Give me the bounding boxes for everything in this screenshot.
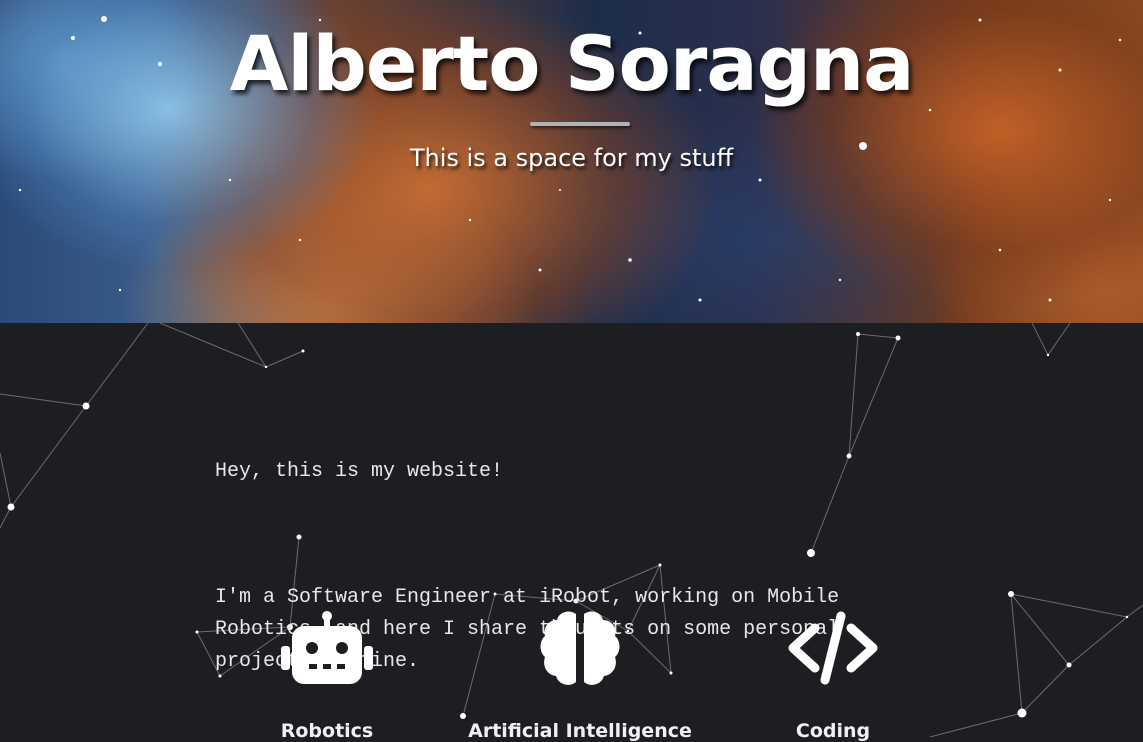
hero-banner: Alberto Soragna This is a space for my s… (0, 0, 1143, 323)
feature-label-coding: Coding (795, 720, 871, 742)
page-title: Alberto Soragna (229, 19, 915, 108)
feature-label-ai: Artificial Intelligence (468, 720, 692, 742)
feature-ai: Artificial Intelligence (460, 610, 700, 742)
title-divider (530, 122, 630, 126)
robot-icon (281, 611, 373, 684)
intro-text: Hey, this is my website! I'm a Software … (215, 392, 915, 740)
feature-coding: Coding (713, 610, 953, 742)
code-icon (788, 611, 878, 685)
page-subtitle: This is a space for my stuff (409, 144, 734, 172)
feature-robotics: Robotics (207, 610, 447, 742)
brain-icon (540, 611, 620, 685)
intro-greeting: Hey, this is my website! (215, 460, 504, 483)
feature-label-robotics: Robotics (280, 720, 374, 742)
